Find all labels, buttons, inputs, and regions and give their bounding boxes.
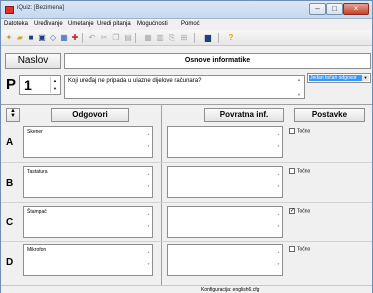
scroll-arrows-icon[interactable]: ▲ ▼	[146, 208, 151, 236]
question-text: Koji uređaj ne pripada u ulazne dijelove…	[68, 78, 202, 84]
delete-icon[interactable]: ✚	[70, 33, 80, 43]
answer-letter: A	[6, 137, 14, 148]
paste-icon[interactable]: ▤	[123, 33, 133, 43]
app-icon	[5, 6, 14, 14]
correct-checkbox-row[interactable]: Točno	[289, 246, 310, 252]
toolbar-separator	[218, 33, 219, 43]
divider	[161, 105, 162, 285]
chevron-down-icon[interactable]: ▼	[362, 75, 369, 81]
scroll-arrows-icon[interactable]: ▲ ▼	[276, 246, 281, 274]
insert-icon[interactable]: ◇	[48, 33, 58, 43]
grid-icon[interactable]: ▦	[143, 33, 153, 43]
menu-datoteka[interactable]: Datoteka	[4, 21, 28, 27]
checkbox-label: Točno	[297, 128, 311, 135]
scroll-arrows-icon[interactable]: ▲ ▼	[276, 128, 281, 156]
correct-checkbox-row[interactable]: Točno	[289, 168, 310, 174]
new-icon[interactable]: ✦	[4, 33, 14, 43]
scroll-arrows-icon[interactable]: ▲ ▼	[146, 168, 151, 196]
app-window: iQuiz: [Bezimena] – □ × Datoteka Uređiva…	[0, 0, 373, 293]
sort-arrows-button[interactable]: ▲ ▼	[6, 108, 20, 122]
settings-column-button[interactable]: Postavke	[294, 108, 365, 122]
feedback-field[interactable]: ▲ ▼	[167, 166, 283, 198]
question-header: Naslov Osnove informatike P 1 ▲ ▼ Koji ur…	[1, 46, 372, 104]
menu-mogucnosti[interactable]: Mogućnosti	[137, 21, 168, 27]
feedback-column-button[interactable]: Povratna inf.	[204, 108, 284, 122]
maximize-icon[interactable]: □	[326, 3, 343, 15]
menu-bar: Datoteka Uređivanje Umetanje Uredi pitan…	[1, 19, 372, 30]
save-icon[interactable]: ■	[26, 33, 36, 43]
correct-checkbox-row[interactable]: Točno	[289, 128, 310, 134]
toolbar-separator	[135, 33, 136, 43]
answers-column-button[interactable]: Odgovori	[51, 108, 129, 122]
help-icon[interactable]: ?	[226, 33, 236, 43]
checkbox-label: Točno	[297, 246, 311, 253]
answer-letter: B	[6, 178, 14, 189]
save-as-icon[interactable]: ▣	[37, 33, 47, 43]
divider	[1, 162, 372, 163]
menu-umetanje[interactable]: Umetanje	[68, 21, 94, 27]
open-icon[interactable]: ▰	[15, 33, 25, 43]
answer-type-value: Jedan točan odgovor	[309, 75, 362, 81]
checkbox[interactable]	[289, 168, 295, 174]
feedback-field[interactable]: ▲ ▼	[167, 206, 283, 238]
correct-checkbox-row[interactable]: ✓ Točno	[289, 208, 310, 214]
divider	[1, 104, 372, 105]
answer-letter: D	[6, 257, 14, 268]
question-label: P	[6, 76, 17, 93]
quiz-title-field[interactable]: Osnove informatike	[64, 53, 371, 69]
answer-field[interactable]: Skener ▲ ▼	[23, 126, 153, 158]
minimize-icon[interactable]: –	[309, 3, 326, 15]
feedback-field[interactable]: ▲ ▼	[167, 244, 283, 276]
settings-icon[interactable]: ▦	[59, 33, 69, 43]
scroll-arrows-icon[interactable]: ▲ ▼	[297, 77, 303, 97]
spinner-arrows-icon[interactable]: ▲ ▼	[50, 77, 59, 93]
quiz-run-icon[interactable]: ▆	[203, 33, 213, 43]
print-icon[interactable]: ▥	[155, 33, 165, 43]
naslov-button[interactable]: Naslov	[5, 53, 61, 69]
toolbar-separator	[194, 33, 195, 43]
answer-text: Skener	[27, 129, 43, 135]
answer-field[interactable]: Mikrofon ▲ ▼	[23, 244, 153, 276]
window-title: iQuiz: [Bezimena]	[17, 5, 65, 11]
undo-icon[interactable]: ↶	[87, 33, 97, 43]
scroll-arrows-icon[interactable]: ▲ ▼	[276, 168, 281, 196]
toolbar-separator	[82, 33, 83, 43]
answer-field[interactable]: Tastatura ▲ ▼	[23, 166, 153, 198]
answer-text: Štampač	[27, 209, 47, 215]
close-icon[interactable]: ×	[343, 3, 369, 15]
checkbox[interactable]	[289, 246, 295, 252]
checkbox[interactable]	[289, 128, 295, 134]
title-bar[interactable]: iQuiz: [Bezimena] – □ ×	[1, 1, 372, 19]
toolbar: ✦ ▰ ■ ▣ ◇ ▦ ✚ ↶ ✂ ❐ ▤ ▦ ▥ ⎘ ⊞ ▆ ?	[1, 30, 372, 46]
menu-pomoc[interactable]: Pomoć	[181, 21, 200, 27]
question-number: 1	[24, 77, 32, 93]
cut-icon[interactable]: ✂	[99, 33, 109, 43]
divider	[1, 241, 372, 242]
status-bar: Konfiguracija: english6.cfg	[1, 285, 372, 293]
answer-letter: C	[6, 217, 14, 228]
question-text-field[interactable]: Koji uređaj ne pripada u ulazne dijelove…	[64, 75, 305, 99]
feedback-field[interactable]: ▲ ▼	[167, 126, 283, 158]
grid-icon[interactable]: ⊞	[179, 33, 189, 43]
question-number-spinner[interactable]: 1 ▲ ▼	[19, 75, 61, 95]
divider	[1, 202, 372, 203]
scroll-arrows-icon[interactable]: ▲ ▼	[146, 128, 151, 156]
menu-uredivanje[interactable]: Uređivanje	[34, 21, 63, 27]
answer-text: Tastatura	[27, 169, 48, 175]
config-status: Konfiguracija: english6.cfg	[201, 287, 260, 293]
menu-uredi-pitanja[interactable]: Uredi pitanja	[97, 21, 131, 27]
checkbox-label: Točno	[297, 168, 311, 175]
scroll-arrows-icon[interactable]: ▲ ▼	[276, 208, 281, 236]
checkbox-label: Točno	[297, 208, 311, 215]
export-icon[interactable]: ⎘	[167, 33, 177, 43]
answer-text: Mikrofon	[27, 247, 47, 253]
scroll-arrows-icon[interactable]: ▲ ▼	[146, 246, 151, 274]
answer-field[interactable]: Štampač ▲ ▼	[23, 206, 153, 238]
checkbox-checked[interactable]: ✓	[289, 208, 295, 214]
answer-type-select[interactable]: Jedan točan odgovor ▼	[307, 73, 371, 83]
copy-icon[interactable]: ❐	[111, 33, 121, 43]
